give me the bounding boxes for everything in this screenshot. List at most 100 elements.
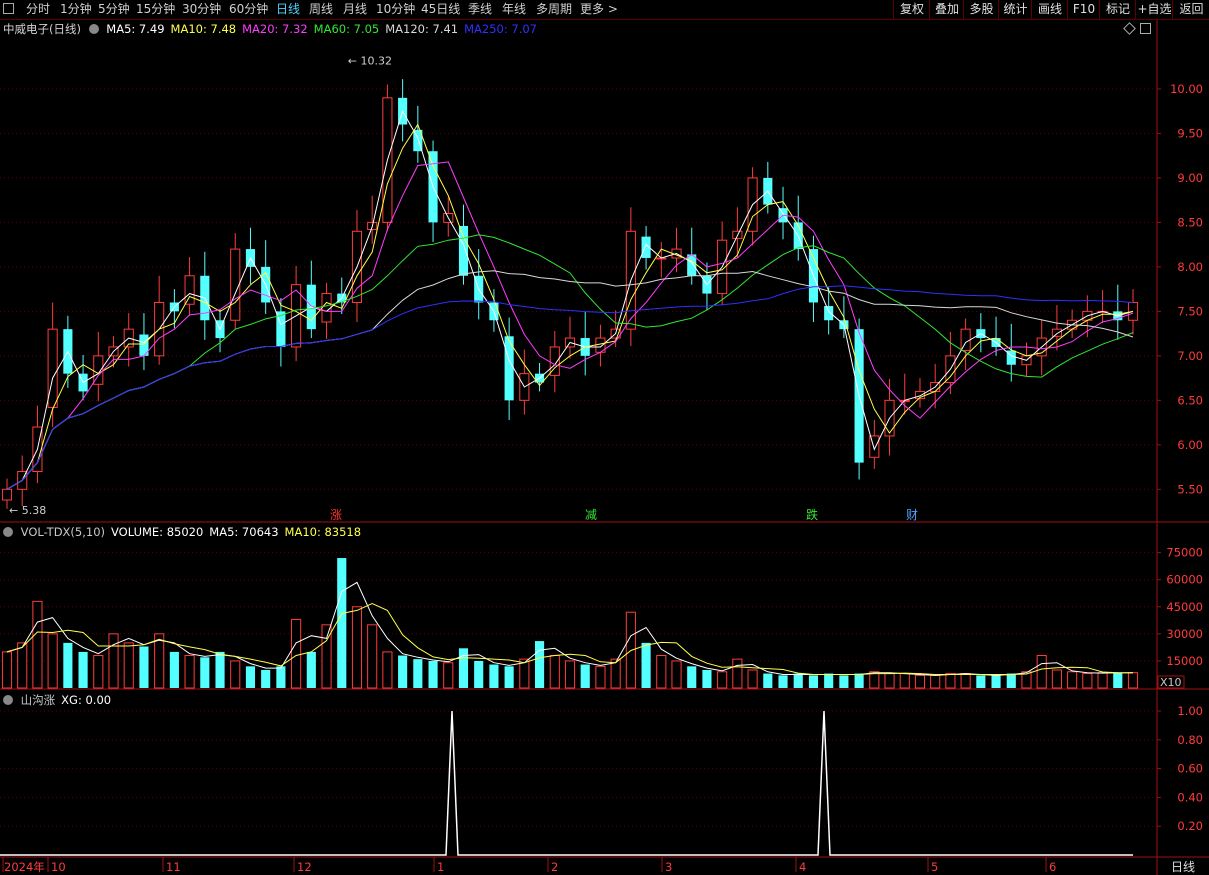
volume-bar	[671, 660, 682, 689]
volume-bar	[1097, 672, 1108, 689]
ind-tick-label-0: 1.00	[1177, 704, 1203, 718]
volume-bar	[1067, 671, 1078, 689]
price-tick-label-2: 9.00	[1177, 171, 1203, 185]
volume-bar	[200, 657, 210, 688]
price-tick-label-4: 8.00	[1177, 260, 1203, 274]
vol-tick-label-2: 45000	[1166, 600, 1203, 614]
volume-bar	[1051, 669, 1062, 689]
price-tick-label-5: 7.50	[1177, 304, 1203, 318]
candle-body	[321, 293, 332, 323]
volume-bar	[945, 673, 956, 689]
volume-bar	[245, 666, 256, 688]
price-tick-label-3: 8.50	[1177, 215, 1203, 229]
date-label-6: 3	[665, 860, 672, 874]
volume-bar	[474, 660, 484, 688]
candle-body	[1051, 328, 1062, 337]
date-label-2: 11	[166, 860, 181, 874]
candle-body	[47, 328, 58, 408]
volume-bar	[261, 669, 271, 688]
vol-tick-label-3: 30000	[1166, 627, 1203, 641]
volume-bar	[976, 675, 986, 688]
ind-tick-label-1: 0.80	[1177, 733, 1203, 747]
volume-bar	[382, 651, 393, 689]
volume-bar	[763, 673, 773, 688]
price-tick-label-8: 6.00	[1177, 438, 1203, 452]
date-axis-period: 日线	[1171, 860, 1195, 874]
volume-bar	[960, 673, 971, 689]
price-tick-label-9: 5.50	[1177, 482, 1203, 496]
vol-unit-label: X10	[1160, 676, 1182, 689]
ind-tick-label-3: 0.40	[1177, 790, 1203, 804]
volume-bar	[306, 651, 316, 688]
candle-body	[184, 275, 195, 305]
volume-bar	[914, 674, 926, 689]
volume-bar	[884, 673, 895, 689]
volume-bar	[63, 642, 73, 688]
candle-body	[1, 488, 13, 501]
date-label-1: 10	[51, 860, 66, 874]
volume-bar	[215, 651, 225, 688]
volume-bar	[93, 655, 104, 689]
volume-bar	[535, 641, 545, 688]
xg-signal-line	[0, 710, 1133, 856]
volume-bar	[595, 665, 606, 689]
volume-bar	[398, 655, 408, 688]
ma60-line	[6, 234, 1134, 490]
volume-bar	[656, 655, 667, 689]
volume-bar	[732, 658, 743, 689]
price-tick-label-0: 10.00	[1170, 82, 1203, 96]
volume-bar	[930, 674, 941, 689]
volume-bar	[169, 651, 179, 688]
candle-body	[1127, 301, 1139, 321]
event-marker-3: 财	[906, 508, 918, 522]
volume-bar	[549, 655, 560, 689]
volume-bar	[458, 648, 469, 688]
volume-bar	[337, 558, 347, 688]
volume-bar	[778, 675, 788, 688]
volume-bar	[1113, 672, 1123, 688]
volume-bar	[230, 660, 241, 689]
ma250-line	[6, 285, 1134, 490]
stock-chart[interactable]: 10.00 9.50 9.00 8.50 8.00 7.50 7.00 6.50 6.00 5.5…	[0, 0, 1209, 875]
volume-bar	[504, 666, 514, 688]
volume-bar	[367, 624, 378, 689]
vol-tick-label-1: 60000	[1166, 573, 1203, 587]
volume-bar	[747, 669, 758, 689]
volume-bar	[413, 659, 423, 688]
date-label-5: 2	[551, 860, 558, 874]
volume-bar	[793, 673, 803, 688]
volume-bar	[139, 646, 149, 688]
volume-bar	[443, 662, 454, 689]
candle-body	[824, 306, 834, 321]
volume-bar	[1006, 673, 1016, 688]
volume-bar	[78, 651, 88, 688]
volume-bar	[184, 655, 195, 689]
date-label-7: 4	[799, 860, 806, 874]
price-tick-label-7: 6.50	[1177, 393, 1203, 407]
volume-bar	[1082, 673, 1093, 689]
event-marker-2: 跌	[806, 507, 818, 522]
candle-body	[230, 248, 241, 321]
volume-bar	[47, 633, 58, 689]
volume-bar	[1, 651, 13, 689]
volume-bar	[32, 600, 43, 689]
volume-bar	[991, 675, 1001, 688]
volume-bar	[1036, 655, 1047, 689]
date-label-3: 12	[297, 860, 312, 874]
date-label-4: 1	[437, 860, 444, 874]
volume-bar	[1127, 672, 1139, 689]
volume-bar	[123, 642, 134, 689]
event-marker-0: 涨	[330, 507, 342, 522]
date-label-9: 6	[1049, 860, 1056, 874]
price-tick-label-1: 9.50	[1177, 126, 1203, 140]
price-tick-label-6: 7.00	[1177, 349, 1203, 363]
volume-bar	[154, 633, 165, 689]
ind-tick-label-2: 0.60	[1177, 762, 1203, 776]
candle-body	[458, 225, 469, 276]
volume-bar	[489, 664, 499, 688]
volume-bar	[580, 664, 590, 688]
volume-bar	[276, 666, 286, 688]
date-label-8: 5	[931, 860, 938, 874]
vol-tick-label-0: 75000	[1166, 546, 1203, 560]
high-price-label: ← 10.32	[348, 54, 392, 67]
